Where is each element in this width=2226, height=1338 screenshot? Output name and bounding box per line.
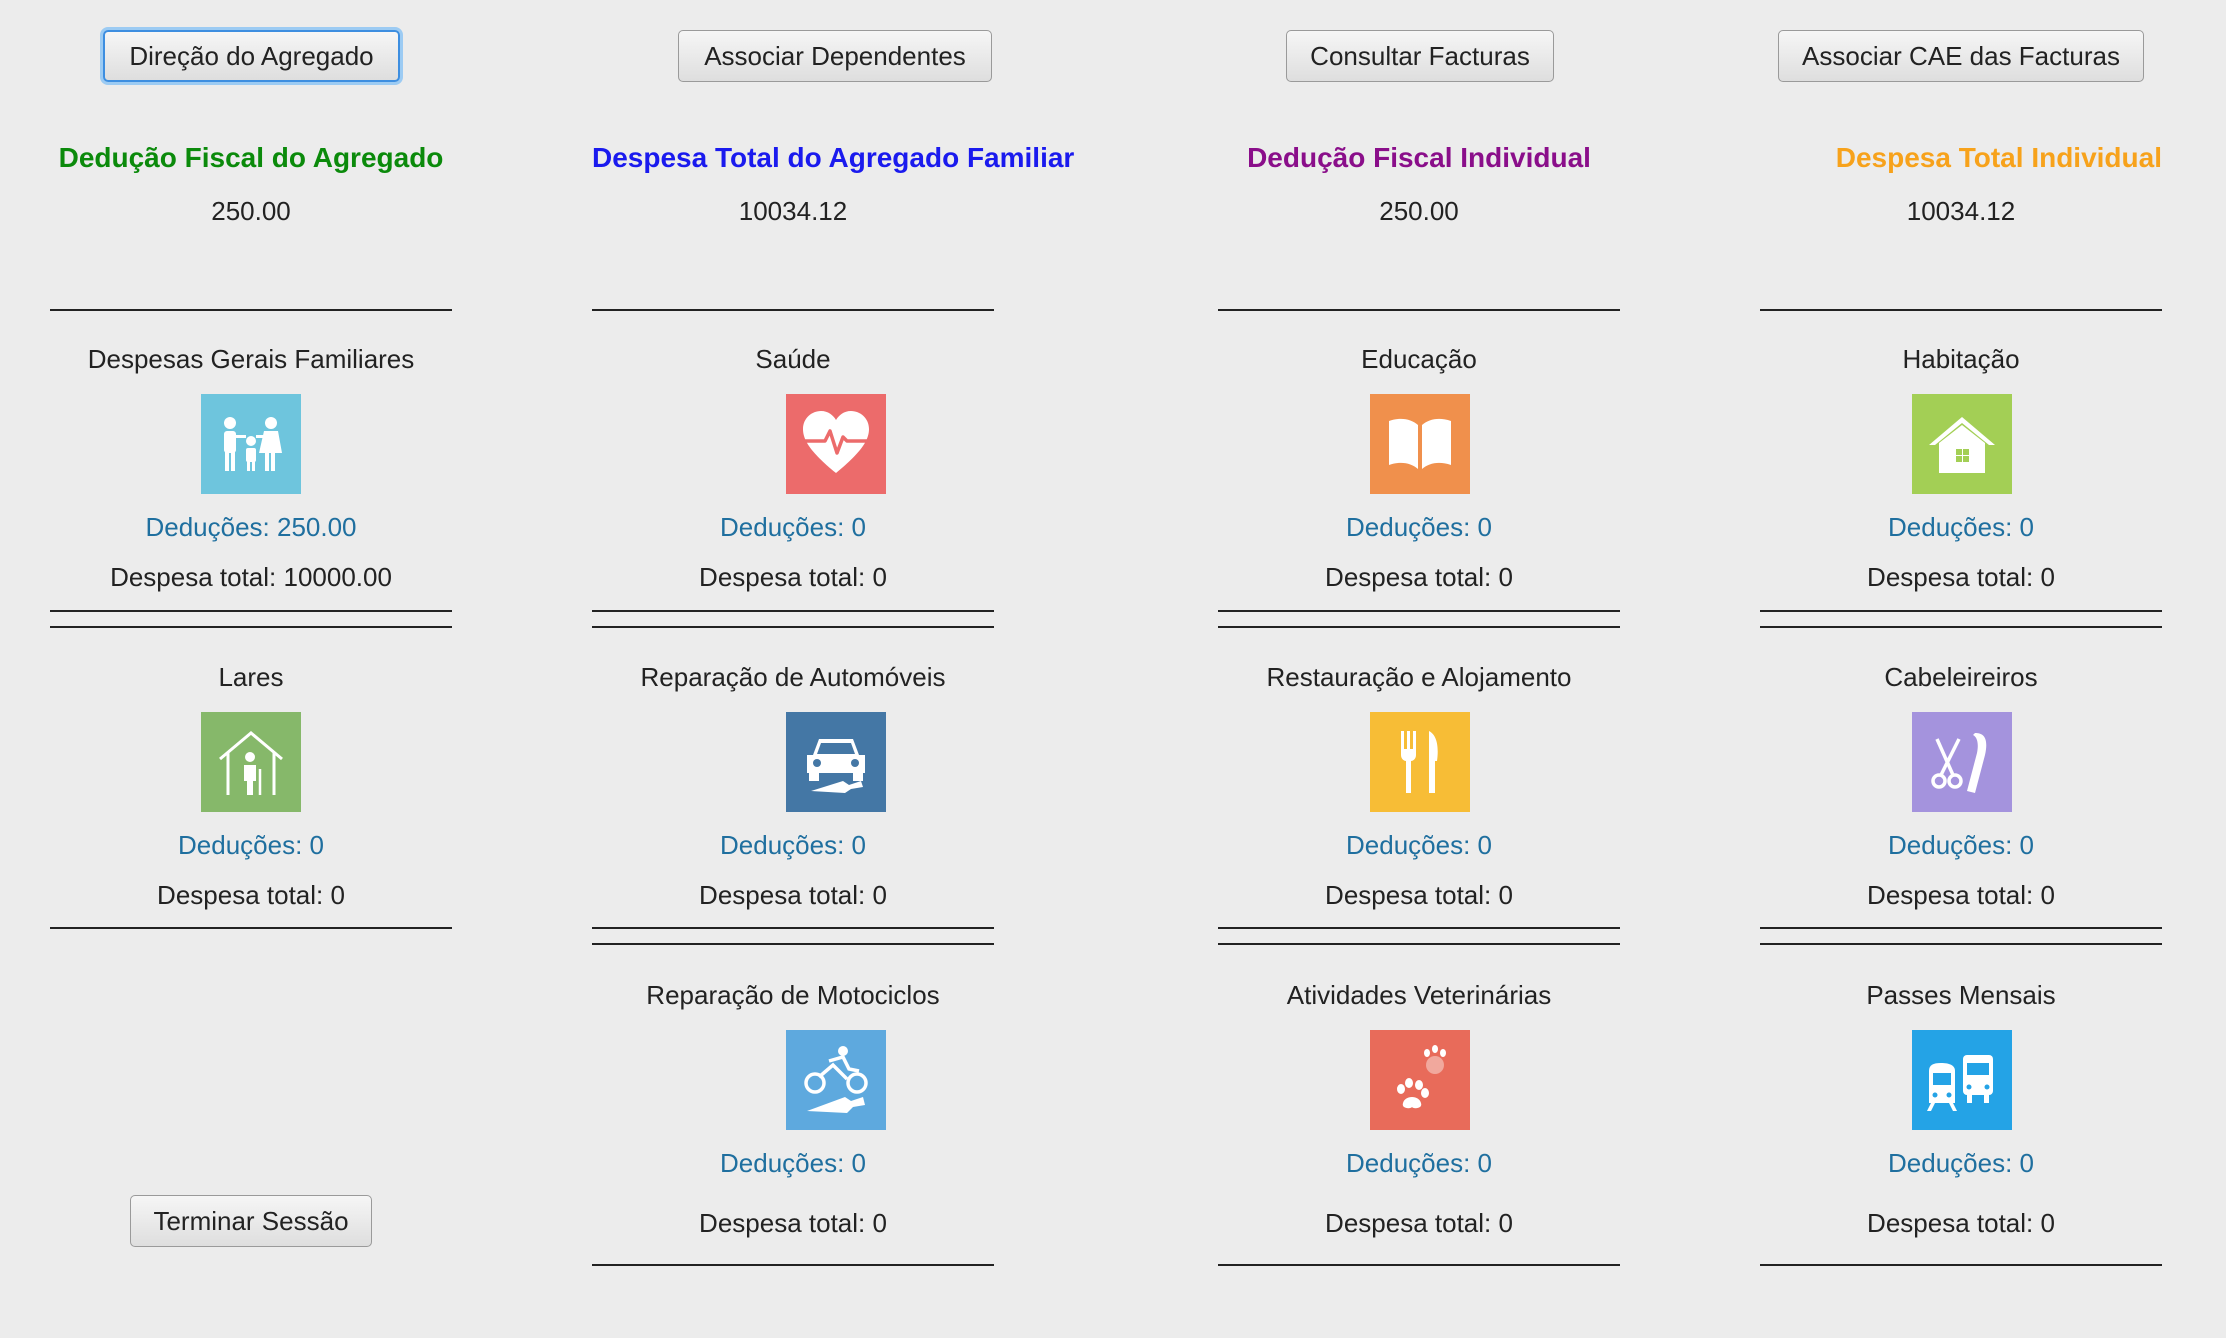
scissors-comb-icon[interactable] xyxy=(1912,712,2012,812)
divider xyxy=(592,927,994,929)
family-icon[interactable] xyxy=(201,394,301,494)
heart-pulse-icon[interactable] xyxy=(786,394,886,494)
divider xyxy=(592,610,994,612)
divider xyxy=(1760,927,2162,929)
deducoes-restauracao: Deduções: 0 xyxy=(1346,830,1492,860)
despesa-automoveis: Despesa total: 0 xyxy=(699,880,887,910)
deducoes-habitacao: Deduções: 0 xyxy=(1888,512,2034,542)
deducoes-saude: Deduções: 0 xyxy=(720,512,866,542)
divider xyxy=(592,309,994,311)
individual-despesa-title: Despesa Total Individual xyxy=(1835,142,2162,173)
paw-icon[interactable] xyxy=(1370,1030,1470,1130)
individual-despesa-value: 10034.12 xyxy=(1906,196,2016,226)
agregado-despesa-title: Despesa Total do Agregado Familiar xyxy=(592,142,1075,173)
divider xyxy=(1218,626,1620,628)
divider xyxy=(1760,943,2162,945)
agregado-deducao-title: Dedução Fiscal do Agregado xyxy=(58,142,444,173)
despesa-educacao: Despesa total: 0 xyxy=(1325,562,1513,592)
category-label-saude: Saúde xyxy=(755,344,831,374)
category-label-passes: Passes Mensais xyxy=(1866,980,2056,1010)
deducoes-lares: Deduções: 0 xyxy=(178,830,324,860)
fork-knife-icon[interactable] xyxy=(1370,712,1470,812)
deducoes-educacao: Deduções: 0 xyxy=(1346,512,1492,542)
elderly-home-icon[interactable] xyxy=(201,712,301,812)
car-repair-icon[interactable] xyxy=(786,712,886,812)
individual-deducao-title: Dedução Fiscal Individual xyxy=(1247,142,1591,173)
despesa-saude: Despesa total: 0 xyxy=(699,562,887,592)
despesa-veterinarias: Despesa total: 0 xyxy=(1325,1208,1513,1238)
category-label-veterinarias: Atividades Veterinárias xyxy=(1286,980,1552,1010)
divider xyxy=(50,626,452,628)
book-icon[interactable] xyxy=(1370,394,1470,494)
column-individual-deducao: Dedução Fiscal Individual 250.00 Educaçã… xyxy=(1218,0,1620,1338)
divider xyxy=(1760,309,2162,311)
category-label-habitacao: Habitação xyxy=(1902,344,2020,374)
despesa-motociclos: Despesa total: 0 xyxy=(699,1208,887,1238)
divider xyxy=(1218,1264,1620,1266)
terminar-sessao-button[interactable]: Terminar Sessão xyxy=(130,1195,372,1247)
agregado-deducao-value: 250.00 xyxy=(211,196,291,226)
bus-train-icon[interactable] xyxy=(1912,1030,2012,1130)
category-label-familiares: Despesas Gerais Familiares xyxy=(87,344,415,374)
category-label-restauracao: Restauração e Alojamento xyxy=(1266,662,1572,692)
motorcycle-repair-icon[interactable] xyxy=(786,1030,886,1130)
deducoes-motociclos: Deduções: 0 xyxy=(720,1148,866,1178)
despesa-passes: Despesa total: 0 xyxy=(1867,1208,2055,1238)
divider xyxy=(592,943,994,945)
divider xyxy=(1218,309,1620,311)
category-label-motociclos: Reparação de Motociclos xyxy=(646,980,940,1010)
divider xyxy=(50,610,452,612)
deducoes-familiares: Deduções: 250.00 xyxy=(145,512,357,542)
divider xyxy=(1760,626,2162,628)
column-agregado-deducao: Dedução Fiscal do Agregado 250.00 Despes… xyxy=(50,0,452,1338)
divider xyxy=(1218,943,1620,945)
despesa-cabeleireiros: Despesa total: 0 xyxy=(1867,880,2055,910)
divider xyxy=(1218,927,1620,929)
deducoes-veterinarias: Deduções: 0 xyxy=(1346,1148,1492,1178)
category-label-automoveis: Reparação de Automóveis xyxy=(640,662,946,692)
divider xyxy=(592,1264,994,1266)
despesa-habitacao: Despesa total: 0 xyxy=(1867,562,2055,592)
divider xyxy=(50,309,452,311)
column-individual-despesa: Despesa Total Individual 10034.12 Habita… xyxy=(1760,0,2162,1338)
despesa-restauracao: Despesa total: 0 xyxy=(1325,880,1513,910)
despesa-lares: Despesa total: 0 xyxy=(157,880,345,910)
divider xyxy=(592,626,994,628)
divider xyxy=(1218,610,1620,612)
category-label-cabeleireiros: Cabeleireiros xyxy=(1884,662,2038,692)
deducoes-cabeleireiros: Deduções: 0 xyxy=(1888,830,2034,860)
agregado-despesa-value: 10034.12 xyxy=(738,196,848,226)
divider xyxy=(50,927,452,929)
house-icon[interactable] xyxy=(1912,394,2012,494)
category-label-educacao: Educação xyxy=(1361,344,1477,374)
divider xyxy=(1760,1264,2162,1266)
category-label-lares: Lares xyxy=(218,662,284,692)
deducoes-passes: Deduções: 0 xyxy=(1888,1148,2034,1178)
despesa-familiares: Despesa total: 10000.00 xyxy=(110,562,392,592)
individual-deducao-value: 250.00 xyxy=(1379,196,1459,226)
column-agregado-despesa: Despesa Total do Agregado Familiar 10034… xyxy=(592,0,1075,1338)
divider xyxy=(1760,610,2162,612)
deducoes-automoveis: Deduções: 0 xyxy=(720,830,866,860)
